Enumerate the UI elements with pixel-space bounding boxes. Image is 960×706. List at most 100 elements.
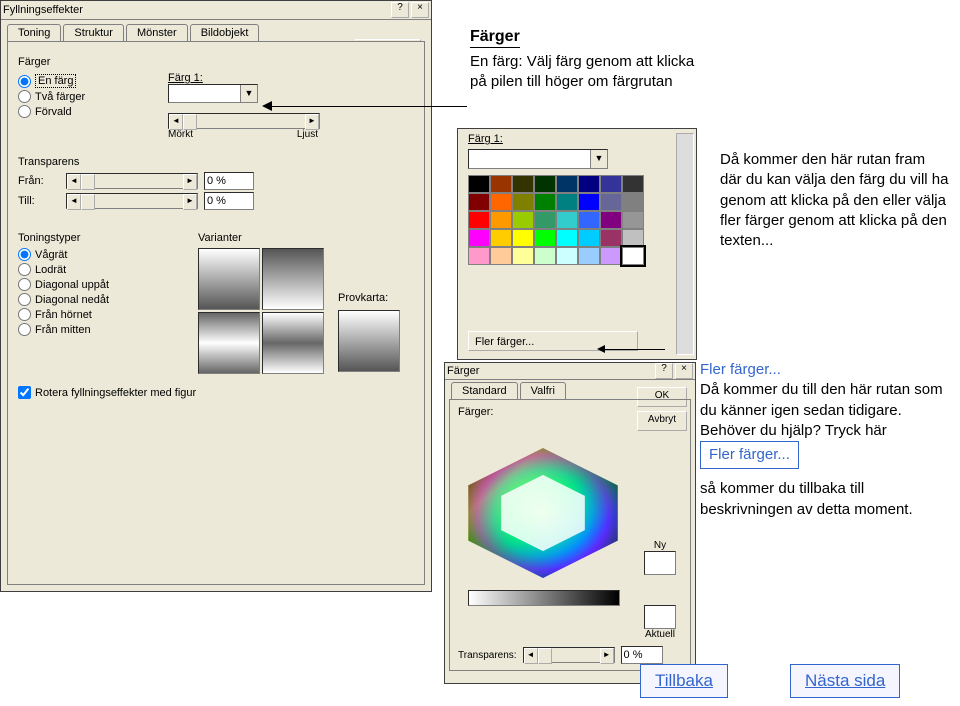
color-swatch[interactable] [490,247,512,265]
color-swatch[interactable] [622,193,644,211]
scrollbar[interactable] [676,133,694,355]
titlebar[interactable]: Fyllningseffekter ? × [1,1,431,20]
radio-preset-label: Förvald [35,106,72,118]
color-swatch[interactable] [512,211,534,229]
dark-light-slider[interactable]: ◄ ► [168,113,320,129]
variant-3[interactable] [198,312,260,374]
transparency-to-slider[interactable]: ◄ ► [66,193,198,209]
color-swatch[interactable] [512,247,534,265]
color-swatch[interactable] [556,247,578,265]
chevron-down-icon[interactable]: ▼ [590,150,607,168]
colors-titlebar[interactable]: Färger ? × [445,363,695,380]
color-swatch[interactable] [600,211,622,229]
radio-horizontal[interactable] [18,248,31,261]
color-swatch[interactable] [622,229,644,247]
tab-struktur[interactable]: Struktur [63,24,124,41]
color-swatch[interactable] [556,193,578,211]
color-swatch[interactable] [578,175,600,193]
color-swatch[interactable] [556,229,578,247]
color-swatch[interactable] [556,211,578,229]
color-swatch[interactable] [490,229,512,247]
new-label: Ny [644,540,676,551]
rotate-checkbox-label: Rotera fyllningseffekter med figur [35,387,196,399]
chevron-down-icon[interactable]: ▼ [240,85,257,102]
colors-transparency-slider[interactable]: ◄ ► [523,647,615,663]
color-swatch[interactable] [622,175,644,193]
close-icon[interactable]: × [411,2,429,18]
hexagon-color-picker[interactable] [468,448,618,578]
more-colors-link[interactable]: Fler färger... [700,441,799,469]
radio-from-center[interactable] [18,323,31,336]
transparency-from-input[interactable] [204,172,254,190]
transparency-from-slider[interactable]: ◄ ► [66,173,198,189]
color-swatch[interactable] [534,193,556,211]
arrow-left-icon[interactable]: ◄ [67,194,81,210]
color-swatch[interactable] [578,193,600,211]
color-swatch[interactable] [600,175,622,193]
current-label: Aktuell [644,629,676,640]
radio-vertical[interactable] [18,263,31,276]
color-swatch[interactable] [578,211,600,229]
arrow-left-icon[interactable]: ◄ [524,648,538,664]
color-swatch[interactable] [468,175,490,193]
radio-diag-down[interactable] [18,293,31,306]
arrow-right-icon[interactable]: ► [305,114,319,130]
arrow-right-icon[interactable]: ► [183,194,197,210]
from-label: Från: [18,175,60,187]
arrow-left-icon[interactable]: ◄ [67,174,81,190]
color-swatch[interactable] [512,229,534,247]
color-swatch[interactable] [534,229,556,247]
radio-diag-up[interactable] [18,278,31,291]
next-button[interactable]: Nästa sida [790,664,900,698]
back-button[interactable]: Tillbaka [640,664,728,698]
color-swatch[interactable] [534,175,556,193]
radio-preset[interactable] [18,105,31,118]
color-swatch[interactable] [578,247,600,265]
color1-swatch[interactable]: ▼ [168,84,258,103]
arrow-left-icon[interactable]: ◄ [169,114,183,130]
color-swatch[interactable] [512,175,534,193]
tab-bildobjekt[interactable]: Bildobjekt [190,24,260,41]
color-swatch[interactable] [490,175,512,193]
color-swatch[interactable] [490,193,512,211]
transparency-to-input[interactable] [204,192,254,210]
color-swatch[interactable] [468,229,490,247]
radio-two-colors[interactable] [18,90,31,103]
color-swatch[interactable] [468,193,490,211]
tab-standard[interactable]: Standard [451,382,518,399]
arrow-right-icon[interactable]: ► [183,174,197,190]
color-swatch[interactable] [534,247,556,265]
color1-label: Färg 1: [168,72,320,84]
variant-1[interactable] [198,248,260,310]
help-icon[interactable]: ? [655,363,673,379]
color-swatch[interactable] [556,175,578,193]
color-picker-popup: Färg 1: ▼ Fler färger... [457,128,697,360]
color-swatch[interactable] [622,211,644,229]
arrow-right-icon[interactable]: ► [600,648,614,664]
variant-2[interactable] [262,248,324,310]
color-swatch[interactable] [468,247,490,265]
color-swatch[interactable] [600,193,622,211]
color-swatch[interactable] [468,211,490,229]
more-colors-button[interactable]: Fler färger... [468,331,638,351]
tab-custom[interactable]: Valfri [520,382,566,399]
transparency-label: Transparens: [458,650,517,661]
radio-from-corner[interactable] [18,308,31,321]
close-icon[interactable]: × [675,363,693,379]
variant-4[interactable] [262,312,324,374]
color-swatch[interactable] [622,247,644,265]
colors-transparency-input[interactable] [621,646,663,664]
help-icon[interactable]: ? [391,2,409,18]
color-swatch[interactable] [490,211,512,229]
rotate-checkbox[interactable] [18,386,31,399]
grayscale-bar[interactable] [468,590,620,606]
color-swatch[interactable] [578,229,600,247]
radio-one-color[interactable] [18,75,31,88]
color-swatch[interactable] [600,247,622,265]
color-swatch[interactable] [600,229,622,247]
color-swatch[interactable] [534,211,556,229]
tab-toning[interactable]: Toning [7,24,61,41]
popup-color-dropdown[interactable]: ▼ [468,149,608,169]
tab-monster[interactable]: Mönster [126,24,188,41]
color-swatch[interactable] [512,193,534,211]
